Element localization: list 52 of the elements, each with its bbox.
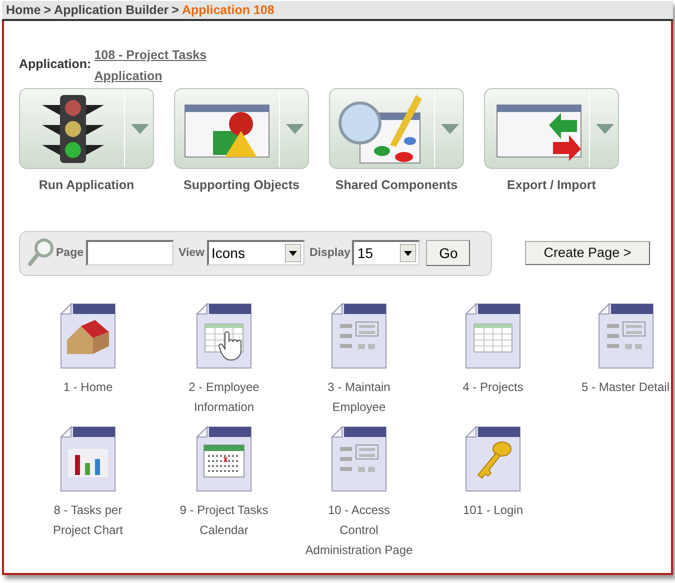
page-link[interactable]: Project Chart: [52, 520, 124, 540]
form-page-icon[interactable]: [330, 424, 388, 493]
house-page-icon[interactable]: [59, 302, 117, 370]
application-link[interactable]: Application: [94, 66, 207, 87]
go-button[interactable]: Go: [426, 240, 470, 266]
page-link[interactable]: 9 - Project Tasks: [180, 500, 268, 520]
form-page-icon[interactable]: [596, 302, 654, 370]
create-page-button[interactable]: Create Page >: [525, 241, 650, 266]
breadcrumb-link[interactable]: Home: [6, 0, 41, 20]
display-select[interactable]: 15: [352, 240, 420, 266]
caret-icon: [596, 124, 614, 134]
page-link[interactable]: 5 - Master Detail: [581, 376, 670, 397]
page-input[interactable]: [86, 240, 174, 266]
breadcrumb-separator: >: [172, 2, 179, 19]
page-link[interactable]: Calendar: [200, 520, 248, 540]
menu-button-label[interactable]: Export / Import: [507, 176, 596, 195]
page-link[interactable]: 101 - Login: [462, 500, 524, 520]
menu-button-label[interactable]: Run Application: [38, 176, 134, 195]
page-link[interactable]: 8 - Tasks per: [54, 500, 122, 520]
table-hand-page-icon[interactable]: [195, 302, 253, 370]
field-label: View: [178, 246, 204, 261]
dropdown-arrow-icon: [400, 244, 416, 262]
form-page-icon[interactable]: [330, 302, 388, 370]
page-link[interactable]: 10 - Access: [328, 500, 390, 520]
search-icon: [28, 238, 54, 268]
page-link[interactable]: 1 - Home: [63, 376, 113, 397]
caret-icon: [286, 124, 304, 134]
menu-button-label[interactable]: Supporting Objects: [184, 176, 300, 195]
page-link[interactable]: Administration Page: [305, 540, 413, 560]
caret-icon: [131, 124, 149, 134]
breadcrumb-link[interactable]: Application Builder: [54, 0, 169, 20]
application-label: Application:: [19, 56, 92, 73]
application-link[interactable]: 108 - Project Tasks: [94, 45, 207, 66]
table-page-icon[interactable]: [464, 302, 522, 370]
key-page-icon[interactable]: [464, 424, 522, 493]
breadcrumb-separator: >: [44, 2, 52, 19]
menu-button-label[interactable]: Shared Components: [335, 176, 458, 195]
field-label: Display: [310, 246, 350, 261]
dropdown-arrow-icon: [284, 244, 300, 262]
page-link[interactable]: Control: [340, 520, 378, 540]
breadcrumb-current: Application 108: [182, 2, 274, 19]
page-link[interactable]: Information: [194, 396, 254, 417]
page-link[interactable]: 4 - Projects: [462, 376, 524, 397]
bar-chart-page-icon[interactable]: [59, 424, 117, 493]
caret-icon: [441, 124, 459, 134]
page-link[interactable]: 3 - Maintain: [328, 376, 390, 397]
page-link[interactable]: 2 - Employee: [188, 376, 260, 397]
menu-split-button[interactable]: [19, 88, 154, 169]
view-select[interactable]: Icons: [206, 240, 304, 266]
page-link[interactable]: Employee: [332, 396, 386, 417]
field-label: Page: [56, 246, 84, 261]
calendar-page-icon[interactable]: [195, 424, 253, 493]
